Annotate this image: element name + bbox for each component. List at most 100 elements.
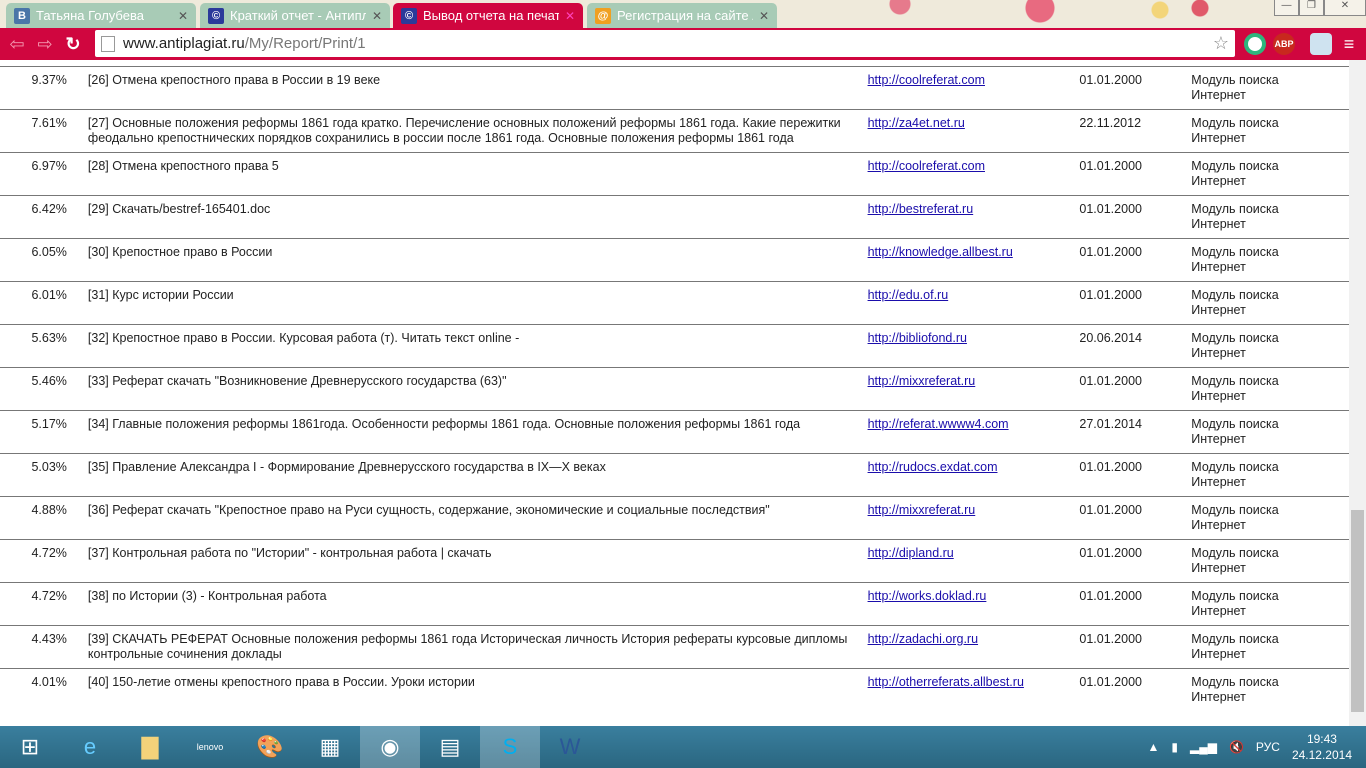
browser-tab[interactable]: © Вывод отчета на печать - ✕: [393, 3, 583, 28]
similarity-percent: 6.05%: [0, 238, 83, 282]
calculator-icon[interactable]: ▤: [420, 726, 480, 768]
similarity-percent: 4.01%: [0, 668, 83, 711]
source-name: [36] Реферат скачать "Крепостное право н…: [82, 496, 862, 540]
tab-title: Регистрация на сайте Ан: [617, 8, 753, 23]
tab-close-icon[interactable]: ✕: [372, 9, 382, 23]
similarity-percent: 6.01%: [0, 281, 83, 325]
adblock-extension-icon[interactable]: ABP: [1273, 33, 1295, 55]
source-link[interactable]: http://coolreferat.com: [868, 73, 985, 87]
search-module: Модуль поиска Интернет: [1185, 195, 1337, 239]
table-row: 4.72% [37] Контрольная работа по "Истори…: [0, 539, 1349, 583]
similarity-percent: 4.88%: [0, 496, 83, 540]
clock-date: 24.12.2014: [1291, 748, 1352, 762]
source-link[interactable]: http://works.doklad.ru: [868, 589, 987, 603]
paint-icon[interactable]: 🎨: [240, 726, 300, 768]
similarity-percent: 5.17%: [0, 410, 83, 454]
browser-tab[interactable]: В Татьяна Голубева ✕: [6, 3, 196, 28]
source-link[interactable]: http://bestreferat.ru: [868, 202, 974, 216]
source-name: [30] Крепостное право в России: [82, 238, 862, 282]
search-module: Модуль поиска Интернет: [1185, 238, 1337, 282]
table-row: 6.97% [28] Отмена крепостного права 5 ht…: [0, 152, 1349, 196]
source-link[interactable]: http://zadachi.org.ru: [868, 632, 978, 646]
source-name: [38] по Истории (3) - Контрольная работа: [82, 582, 862, 626]
forward-button[interactable]: ⇨: [34, 34, 56, 55]
table-row: 4.43% [39] СКАЧАТЬ РЕФЕРАТ Основные поло…: [0, 625, 1349, 669]
source-link[interactable]: http://coolreferat.com: [868, 159, 985, 173]
report-content: 9.37% [26] Отмена крепостного права в Ро…: [0, 60, 1349, 726]
menu-icon[interactable]: ≡: [1338, 33, 1360, 55]
tab-close-icon[interactable]: ✕: [759, 9, 769, 23]
source-link[interactable]: http://edu.of.ru: [868, 288, 949, 302]
similarity-percent: 6.97%: [0, 152, 83, 196]
browser-toolbar: ⇦ ⇨ ↻ www.antiplagiat.ru/My/Report/Print…: [0, 28, 1366, 60]
scrollbar-thumb[interactable]: [1351, 510, 1364, 712]
source-link[interactable]: http://bibliofond.ru: [868, 331, 967, 345]
control-panel-icon[interactable]: ▦: [300, 726, 360, 768]
scrollbar[interactable]: [1349, 60, 1366, 726]
restore-button[interactable]: ❐: [1299, 0, 1324, 16]
source-link[interactable]: http://rudocs.exdat.com: [868, 460, 998, 474]
show-hidden-icons[interactable]: ▲: [1147, 740, 1159, 754]
source-link[interactable]: http://za4et.net.ru: [868, 116, 965, 130]
chrome-icon[interactable]: ◉: [360, 726, 420, 768]
source-name: [35] Правление Александра I - Формирован…: [82, 453, 862, 497]
weather-extension-icon[interactable]: [1310, 33, 1332, 55]
bookmark-star-icon[interactable]: ☆: [1213, 33, 1229, 54]
similarity-percent: 5.46%: [0, 367, 83, 411]
tab-title: Вывод отчета на печать -: [423, 8, 559, 23]
address-bar[interactable]: www.antiplagiat.ru/My/Report/Print/1 ☆: [95, 30, 1235, 57]
skype-icon[interactable]: S: [480, 726, 540, 768]
search-module: Модуль поиска Интернет: [1185, 152, 1337, 196]
table-row: 9.37% [26] Отмена крепостного права в Ро…: [0, 66, 1349, 110]
source-date: 20.06.2014: [1073, 324, 1186, 368]
clock[interactable]: 19:43 24.12.2014: [1292, 731, 1352, 763]
source-name: [31] Курс истории России: [82, 281, 862, 325]
source-date: 01.01.2000: [1073, 66, 1186, 110]
search-module: Модуль поиска Интернет: [1185, 367, 1337, 411]
source-link[interactable]: http://otherreferats.allbest.ru: [868, 675, 1024, 689]
search-module: Модуль поиска Интернет: [1185, 582, 1337, 626]
source-date: 22.11.2012: [1073, 109, 1186, 153]
source-name: [28] Отмена крепостного права 5: [82, 152, 862, 196]
search-module: Модуль поиска Интернет: [1185, 109, 1337, 153]
reload-button[interactable]: ↻: [62, 34, 84, 55]
tab-close-icon[interactable]: ✕: [565, 9, 575, 23]
url-domain: www.antiplagiat.ru: [123, 35, 245, 52]
file-explorer-icon[interactable]: ▇: [120, 726, 180, 768]
similarity-percent: 5.03%: [0, 453, 83, 497]
tab-close-icon[interactable]: ✕: [178, 9, 188, 23]
start-button[interactable]: ⊞: [0, 726, 60, 768]
source-name: [33] Реферат скачать "Возникновение Древ…: [82, 367, 862, 411]
source-name: [40] 150-летие отмены крепостного права …: [82, 668, 862, 711]
signal-icon[interactable]: ▂▄▆: [1190, 740, 1217, 754]
source-link[interactable]: http://knowledge.allbest.ru: [868, 245, 1013, 259]
source-name: [34] Главные положения реформы 1861года.…: [82, 410, 862, 454]
back-button[interactable]: ⇦: [6, 34, 28, 55]
source-link[interactable]: http://mixxreferat.ru: [868, 374, 976, 388]
source-date: 01.01.2000: [1073, 281, 1186, 325]
grammarly-extension-icon[interactable]: [1244, 33, 1266, 55]
source-name: [37] Контрольная работа по "Истории" - к…: [82, 539, 862, 583]
lenovo-icon[interactable]: lenovo: [180, 726, 240, 768]
battery-icon[interactable]: ▮: [1171, 740, 1178, 754]
tab-title: Краткий отчет - Антипла: [230, 8, 366, 23]
minimize-button[interactable]: —: [1274, 0, 1299, 16]
source-link[interactable]: http://dipland.ru: [868, 546, 954, 560]
source-link[interactable]: http://mixxreferat.ru: [868, 503, 976, 517]
similarity-percent: 6.42%: [0, 195, 83, 239]
window-controls: — ❐ ✕: [1274, 0, 1366, 16]
volume-muted-icon[interactable]: 🔇: [1229, 740, 1244, 754]
source-date: 01.01.2000: [1073, 668, 1186, 711]
language-indicator[interactable]: РУС: [1256, 740, 1280, 754]
browser-tab[interactable]: @ Регистрация на сайте Ан ✕: [587, 3, 777, 28]
ie-icon[interactable]: e: [60, 726, 120, 768]
close-window-button[interactable]: ✕: [1324, 0, 1366, 16]
search-module: Модуль поиска Интернет: [1185, 668, 1337, 711]
browser-tab[interactable]: © Краткий отчет - Антипла ✕: [200, 3, 390, 28]
sources-table: 9.37% [26] Отмена крепостного права в Ро…: [0, 66, 1349, 711]
similarity-percent: 4.72%: [0, 582, 83, 626]
table-row: 5.46% [33] Реферат скачать "Возникновени…: [0, 367, 1349, 411]
source-date: 01.01.2000: [1073, 582, 1186, 626]
word-icon[interactable]: W: [540, 726, 600, 768]
source-link[interactable]: http://referat.wwww4.com: [868, 417, 1009, 431]
